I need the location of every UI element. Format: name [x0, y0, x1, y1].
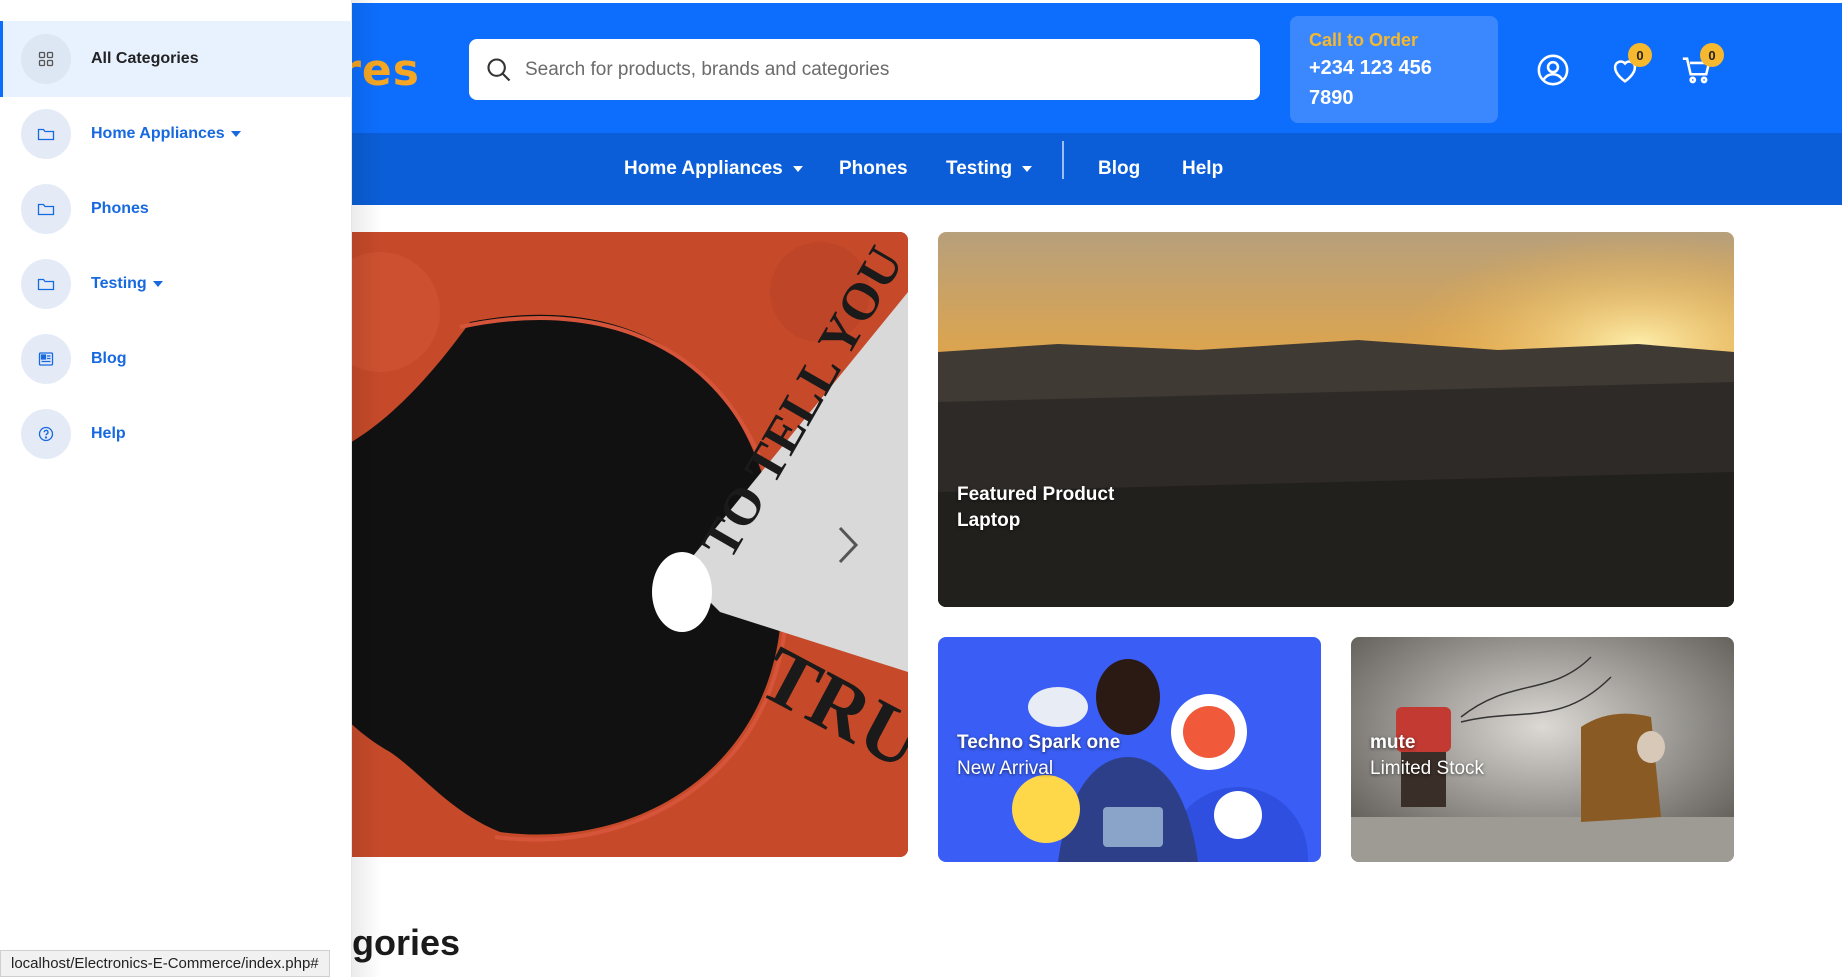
- techno-card-label: Techno Spark one New Arrival: [957, 730, 1120, 782]
- search-bar[interactable]: [469, 39, 1260, 100]
- help-circle-icon: [21, 409, 71, 459]
- featured-card-label: Featured Product Laptop: [957, 482, 1114, 534]
- featured-product-card[interactable]: Featured Product Laptop: [938, 232, 1734, 607]
- sidebar-item-label: Phones: [91, 200, 149, 217]
- wishlist-count-badge: 0: [1628, 43, 1652, 67]
- category-sidebar: All Categories Home Appliances Phones Te…: [0, 0, 352, 977]
- cart-icon[interactable]: 0: [1680, 43, 1724, 87]
- nav-help[interactable]: Help: [1182, 158, 1223, 180]
- nav-testing[interactable]: Testing: [946, 158, 1033, 180]
- nav-label: Testing: [946, 158, 1013, 179]
- featured-title: Featured Product: [957, 484, 1115, 505]
- order-title: Call to Order: [1309, 30, 1419, 50]
- sidebar-item-label: Help: [91, 425, 126, 442]
- nav-label: Home Appliances: [624, 158, 783, 179]
- nav-divider: [1062, 141, 1064, 179]
- search-icon: [487, 57, 511, 81]
- sidebar-item-testing[interactable]: Testing: [2, 246, 352, 322]
- sidebar-item-all-categories[interactable]: All Categories: [0, 21, 352, 97]
- city-sunset-image: [938, 232, 1734, 607]
- mute-card-label: mute Limited Stock: [1370, 730, 1484, 782]
- sidebar-shadow: [352, 0, 382, 977]
- grid-icon: [21, 34, 71, 84]
- featured-subtitle: Laptop: [957, 510, 1021, 531]
- sidebar-item-label: Home Appliances: [91, 125, 241, 143]
- techno-subtitle: New Arrival: [957, 758, 1054, 779]
- sidebar-item-home-appliances[interactable]: Home Appliances: [2, 96, 352, 172]
- sidebar-item-blog[interactable]: Blog: [2, 321, 352, 397]
- nav-phones[interactable]: Phones: [839, 158, 908, 180]
- cart-count-badge: 0: [1700, 43, 1724, 67]
- hero-banner-image: TO TELL YOU TRUT: [300, 232, 908, 857]
- folder-icon: [21, 259, 71, 309]
- sidebar-item-label: Blog: [91, 350, 127, 367]
- mute-subtitle: Limited Stock: [1370, 758, 1485, 779]
- caret-down-icon: [792, 166, 803, 172]
- techno-title: Techno Spark one: [957, 732, 1121, 753]
- browser-status-url: localhost/Electronics-E-Commerce/index.p…: [0, 950, 330, 977]
- sidebar-label-text: Home Appliances: [91, 125, 225, 142]
- sidebar-item-label: All Categories: [91, 50, 199, 67]
- call-to-order-box[interactable]: Call to Order +234 123 456 7890: [1290, 16, 1498, 123]
- sidebar-label-text: Testing: [91, 275, 147, 292]
- caret-down-icon: [152, 281, 163, 287]
- techno-spark-card[interactable]: Techno Spark one New Arrival: [938, 637, 1321, 862]
- caret-down-icon: [230, 131, 241, 137]
- account-icon[interactable]: [1536, 53, 1570, 87]
- nav-label: Help: [1182, 158, 1224, 179]
- sidebar-item-phones[interactable]: Phones: [2, 171, 352, 247]
- nav-home-appliances[interactable]: Home Appliances: [624, 158, 803, 180]
- nav-blog[interactable]: Blog: [1098, 158, 1140, 180]
- search-input[interactable]: [525, 58, 1225, 81]
- wishlist-icon[interactable]: 0: [1608, 43, 1652, 87]
- order-phone: +234 123 456 7890: [1309, 57, 1432, 109]
- folder-icon: [21, 184, 71, 234]
- sidebar-item-help[interactable]: Help: [2, 396, 352, 472]
- folder-icon: [21, 109, 71, 159]
- caret-down-icon: [1022, 166, 1033, 172]
- carousel-next-arrow[interactable]: [826, 520, 866, 570]
- mute-title: mute: [1370, 732, 1416, 753]
- hero-carousel[interactable]: TO TELL YOU TRUT: [300, 232, 908, 857]
- nav-label: Blog: [1098, 158, 1141, 179]
- nav-label: Phones: [839, 158, 908, 179]
- newspaper-icon: [21, 334, 71, 384]
- mute-card[interactable]: mute Limited Stock: [1351, 637, 1734, 862]
- sidebar-item-label: Testing: [91, 275, 163, 293]
